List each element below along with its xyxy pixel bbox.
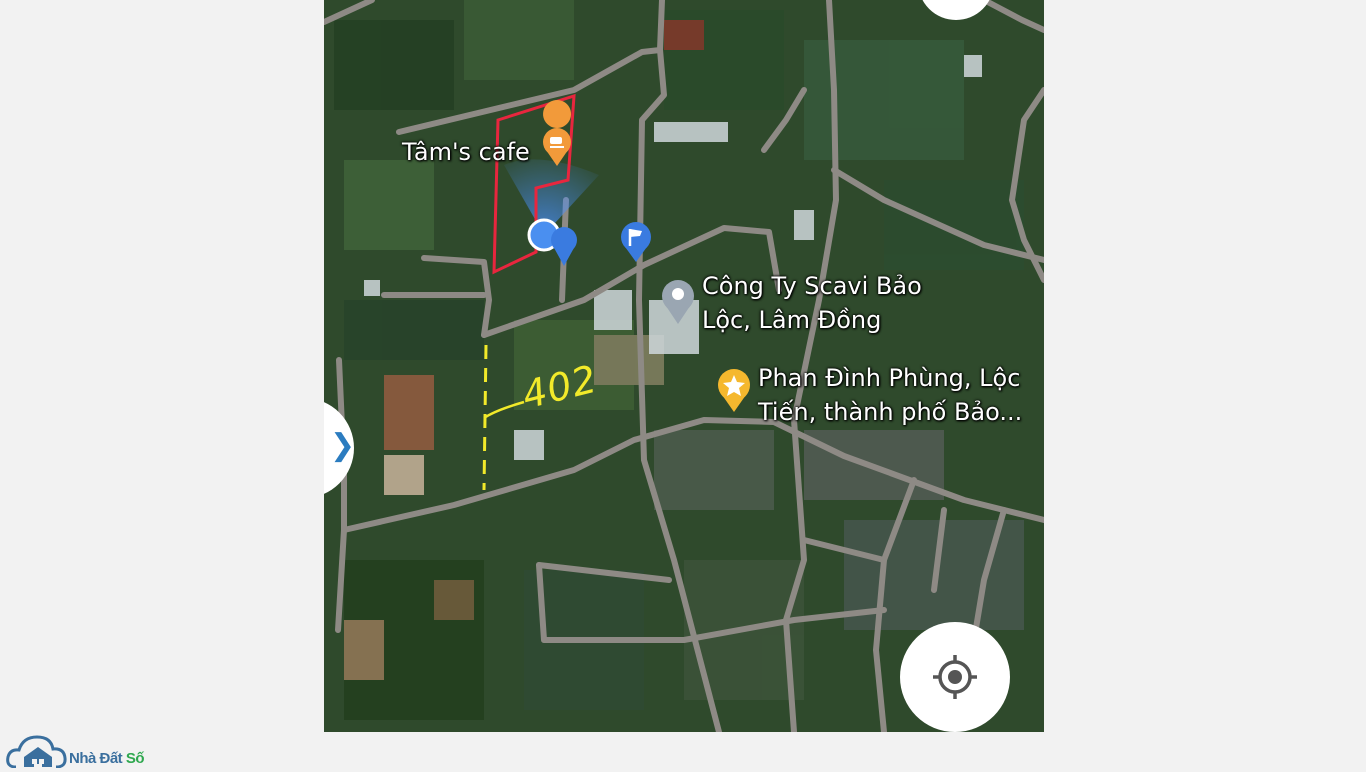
place-label-scavi-line1[interactable]: Công Ty Scavi Bảo [702,270,922,302]
place-label-phan-dinh-phung-line2[interactable]: Tiến, thành phố Bảo... [758,396,1022,428]
place-label-scavi-line2[interactable]: Lộc, Lâm Đồng [702,304,881,336]
place-label-phan-dinh-phung-line1[interactable]: Phan Đình Phùng, Lộc [758,362,1020,394]
house-cloud-logo-icon [6,735,67,769]
chevron-right-icon: ❯ [330,428,356,463]
satellite-map[interactable]: Tâm's cafe Công Ty Scavi Bảo Lộc, Lâm Đồ… [324,0,1044,732]
nhadatso-logo[interactable]: Nhà Đất Số [6,733,166,769]
place-label-tams-cafe[interactable]: Tâm's cafe [402,136,530,168]
my-location-icon [933,655,977,699]
my-location-button[interactable] [900,622,1010,732]
brand-name-part2: Số [125,750,145,767]
brand-name-part1: Nhà Đất [69,750,126,767]
